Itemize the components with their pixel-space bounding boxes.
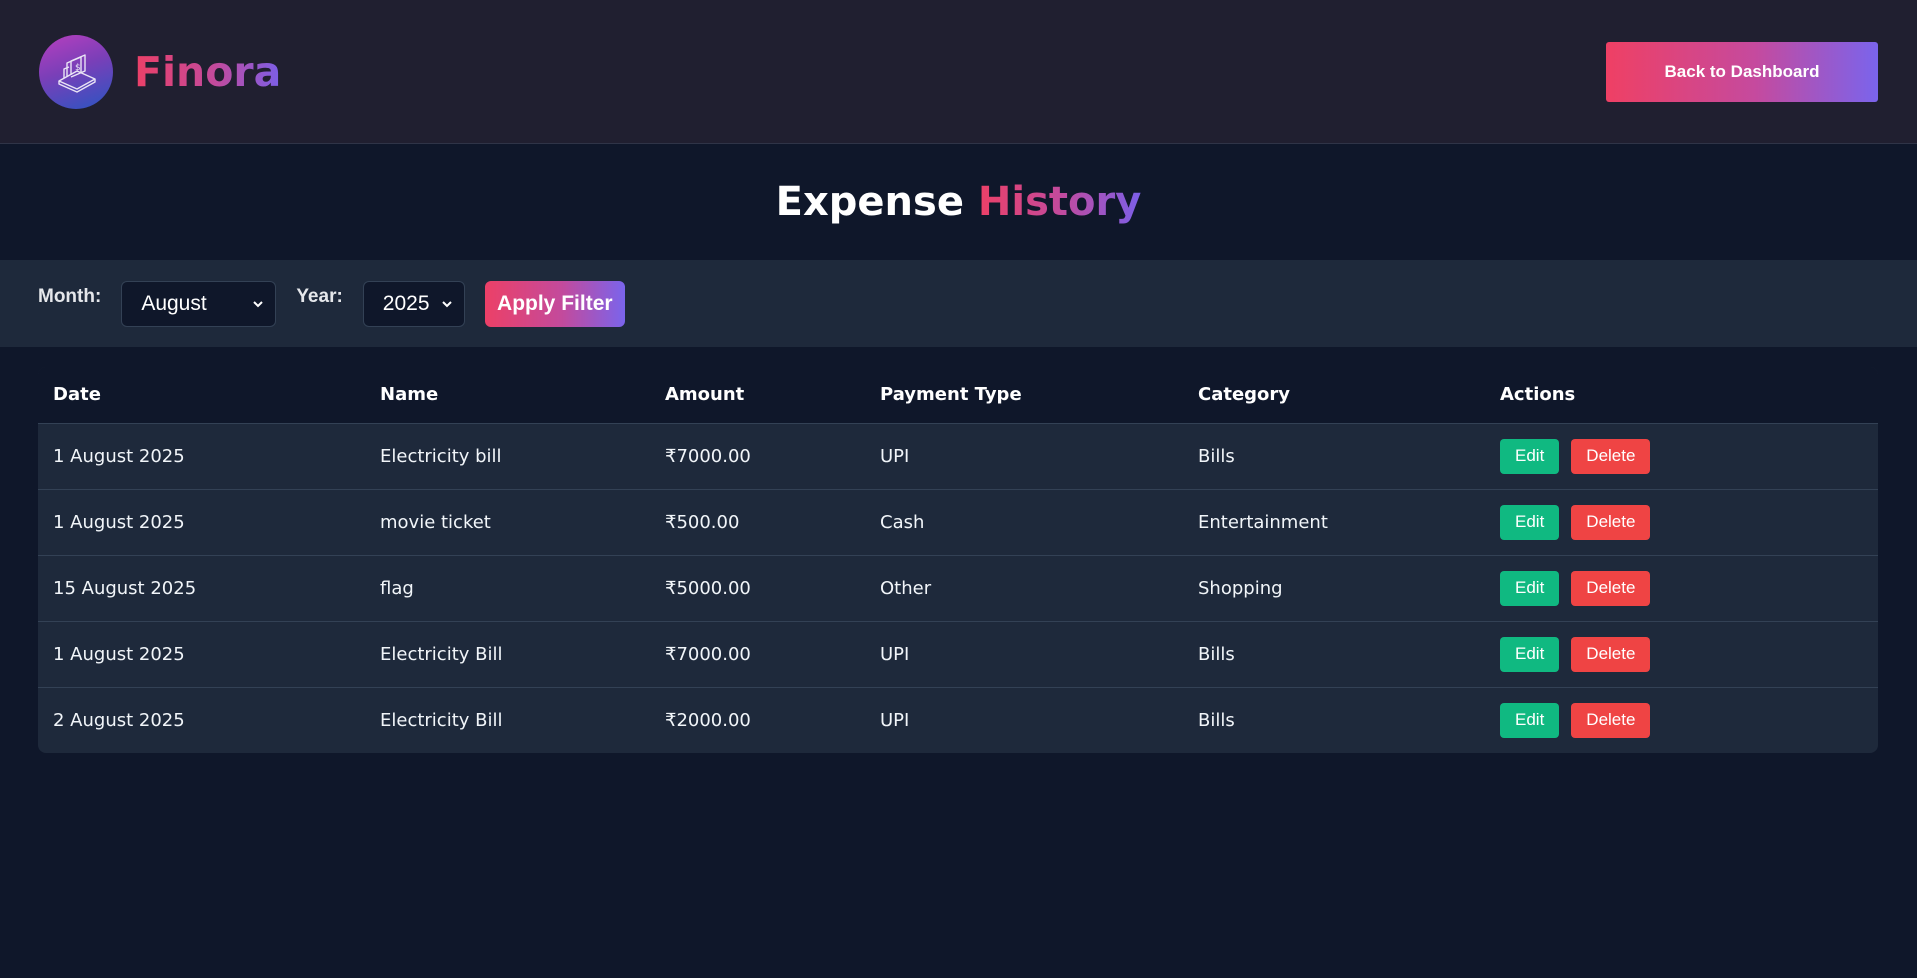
cell-payment-type: Cash	[865, 489, 1183, 556]
chevron-down-icon	[442, 300, 452, 307]
cell-payment-type: UPI	[865, 423, 1183, 490]
year-label: Year:	[296, 285, 343, 307]
delete-button[interactable]: Delete	[1571, 438, 1651, 474]
page-title: Expense History	[776, 179, 1142, 225]
cell-category: Bills	[1198, 709, 1235, 731]
cell-amount: ₹500.00	[650, 489, 865, 556]
title-section: Expense History	[0, 144, 1917, 260]
chevron-down-icon	[253, 300, 264, 307]
month-select[interactable]: August	[121, 280, 277, 327]
expense-table: Date Name Amount Payment Type Category A…	[38, 367, 1878, 753]
table-row: 1 August 2025 movie ticket ₹500.00 Cash …	[38, 489, 1878, 556]
cell-actions: Edit Delete	[1485, 687, 1878, 753]
table-row: 15 August 2025 flag ₹5000.00 Other Shopp…	[38, 555, 1878, 622]
delete-button[interactable]: Delete	[1571, 636, 1651, 672]
edit-button[interactable]: Edit	[1500, 438, 1560, 474]
filter-bar: Month: August Year: 2025 Apply Filter	[0, 260, 1917, 347]
cell-payment-type: Other	[865, 555, 1183, 622]
brand[interactable]: $ Finora	[39, 34, 282, 109]
back-to-dashboard-button[interactable]: Back to Dashboard	[1606, 41, 1878, 102]
year-select-value: 2025	[382, 291, 430, 315]
cell-name: flag	[365, 555, 650, 622]
table-row: 1 August 2025 Electricity bill ₹7000.00 …	[38, 423, 1878, 490]
cell-actions: Edit Delete	[1485, 489, 1878, 556]
cell-date: 2 August 2025	[53, 709, 185, 731]
cell-category: Shopping	[1183, 555, 1485, 622]
cell-payment-type: UPI	[880, 709, 910, 731]
cell-date: 15 August 2025	[38, 555, 365, 622]
table-row: 1 August 2025 Electricity Bill ₹7000.00 …	[38, 621, 1878, 688]
apply-filter-button[interactable]: Apply Filter	[484, 280, 625, 327]
column-header-name: Name	[365, 367, 650, 424]
edit-button[interactable]: Edit	[1500, 636, 1560, 672]
month-select-value: August	[141, 291, 207, 315]
page-title-main: Expense	[775, 179, 964, 225]
column-header-actions: Actions	[1485, 367, 1878, 424]
cell-category: Entertainment	[1183, 489, 1485, 556]
cell-amount: ₹2000.00	[665, 709, 751, 731]
cell-actions: Edit Delete	[1485, 423, 1878, 490]
cell-amount: ₹5000.00	[650, 555, 865, 622]
column-header-category: Category	[1183, 367, 1485, 424]
year-select[interactable]: 2025	[362, 280, 465, 327]
column-header-date: Date	[38, 367, 365, 424]
cell-category: Bills	[1183, 423, 1485, 490]
svg-text:$: $	[75, 63, 81, 73]
month-label: Month:	[38, 285, 102, 307]
page-title-accent: History	[977, 179, 1142, 225]
cell-name: Electricity Bill	[365, 621, 650, 688]
cell-amount: ₹7000.00	[650, 621, 865, 688]
delete-button[interactable]: Delete	[1571, 702, 1651, 738]
expense-table-card: Date Name Amount Payment Type Category A…	[38, 367, 1878, 753]
cell-name: Electricity Bill	[380, 709, 503, 731]
cash-register-icon: $	[39, 34, 113, 109]
cell-amount: ₹7000.00	[650, 423, 865, 490]
cell-name: movie ticket	[365, 489, 650, 556]
cell-category: Bills	[1183, 621, 1485, 688]
top-header: $ Finora Back to Dashboard	[0, 0, 1917, 144]
cell-date: 1 August 2025	[38, 489, 365, 556]
delete-button[interactable]: Delete	[1571, 570, 1651, 606]
cell-date: 1 August 2025	[38, 423, 365, 490]
delete-button[interactable]: Delete	[1571, 504, 1651, 540]
cell-date: 1 August 2025	[38, 621, 365, 688]
edit-button[interactable]: Edit	[1500, 570, 1560, 606]
column-header-payment-type: Payment Type	[865, 367, 1183, 424]
cell-actions: Edit Delete	[1485, 621, 1878, 688]
edit-button[interactable]: Edit	[1500, 504, 1560, 540]
cell-actions: Edit Delete	[1485, 555, 1878, 622]
table-row: 2 August 2025 Electricity Bill ₹2000.00 …	[38, 687, 1878, 753]
cell-payment-type: UPI	[865, 621, 1183, 688]
edit-button[interactable]: Edit	[1500, 702, 1560, 738]
cell-name: Electricity bill	[365, 423, 650, 490]
brand-name: Finora	[134, 47, 282, 96]
table-header-row: Date Name Amount Payment Type Category A…	[38, 367, 1878, 424]
column-header-amount: Amount	[650, 367, 865, 424]
